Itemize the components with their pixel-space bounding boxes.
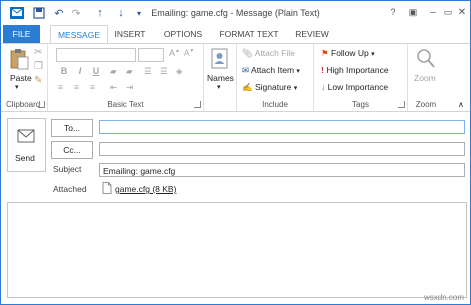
signature-button[interactable]: ✍ Signature ▾ — [242, 82, 297, 93]
message-window: ↶ ↷ ↑ ↓ ▾ Emailing: game.cfg - Message (… — [0, 0, 471, 305]
ribbon-display-button[interactable]: ▣ — [404, 4, 422, 20]
tab-review[interactable]: REVIEW — [291, 25, 333, 43]
clear-formatting-icon[interactable]: ◈ — [176, 66, 183, 77]
zoom-group: Zoom Zoom — [408, 44, 444, 111]
to-field[interactable] — [99, 120, 465, 134]
send-button[interactable]: Send — [7, 118, 46, 172]
collapse-ribbon-icon[interactable]: ∧ — [458, 100, 464, 109]
attach-file-button[interactable]: 📎︎ Attach File — [242, 48, 295, 59]
magnifier-icon[interactable] — [416, 48, 436, 70]
tab-file[interactable]: FILE — [3, 25, 40, 43]
ribbon-tabs: FILE MESSAGE INSERT OPTIONS FORMAT TEXT … — [1, 25, 470, 44]
tags-group: ⚑ Follow Up ▾ ! High Importance ↓ Low Im… — [314, 44, 408, 111]
clipboard-launcher-icon[interactable] — [38, 101, 45, 108]
decrease-indent-icon[interactable]: ⇤ — [110, 82, 117, 93]
help-button[interactable]: ? — [384, 4, 402, 20]
tab-options[interactable]: OPTIONS — [158, 25, 208, 43]
zoom-button-label[interactable]: Zoom — [414, 73, 436, 83]
exclamation-icon: ! — [321, 65, 324, 75]
font-name-combo[interactable] — [56, 48, 136, 62]
low-importance-label: Low Importance — [327, 82, 389, 92]
attach-item-label: Attach Item — [251, 65, 295, 75]
close-button[interactable]: ✕ — [453, 4, 471, 20]
follow-up-button[interactable]: ⚑ Follow Up ▾ — [321, 48, 375, 59]
cut-icon[interactable]: ✂ — [34, 47, 42, 58]
attachment-link[interactable]: game.cfg (8 KB) — [115, 184, 176, 194]
tags-group-label: Tags — [352, 100, 369, 109]
include-group-label: Include — [262, 100, 288, 109]
font-size-combo[interactable] — [138, 48, 164, 62]
high-importance-button[interactable]: ! High Importance — [321, 65, 389, 75]
align-right-icon[interactable]: ≡ — [90, 82, 95, 92]
signature-label: Signature — [254, 82, 292, 92]
names-dropdown-icon[interactable]: ▾ — [217, 83, 221, 91]
zoom-group-label: Zoom — [415, 100, 437, 109]
to-button[interactable]: To... — [51, 119, 93, 137]
format-painter-icon[interactable]: ✎ — [34, 75, 42, 86]
tab-insert[interactable]: INSERT — [111, 25, 149, 43]
high-importance-label: High Importance — [326, 65, 389, 75]
cc-button[interactable]: Cc... — [51, 141, 93, 159]
paste-dropdown-icon[interactable]: ▾ — [15, 83, 19, 91]
attach-file-label: Attach File — [254, 48, 295, 58]
basic-text-launcher-icon[interactable] — [194, 101, 201, 108]
title-bar: ↶ ↷ ↑ ↓ ▾ Emailing: game.cfg - Message (… — [1, 1, 470, 25]
subject-field[interactable]: Emailing: game.cfg — [99, 163, 465, 177]
basic-text-group: A▲ A▼ B I U ▰ ▰ ☰ ☰ ◈ ≡ ≡ ≡ ⇤ ⇥ Basic Te… — [48, 44, 204, 111]
message-body[interactable] — [7, 202, 467, 298]
tab-message[interactable]: MESSAGE — [50, 25, 108, 44]
follow-up-label: Follow Up — [331, 48, 369, 58]
cc-field[interactable] — [99, 142, 465, 156]
tab-format-text[interactable]: FORMAT TEXT — [215, 25, 283, 43]
flag-icon: ⚑ — [321, 48, 329, 58]
include-group: 📎︎ Attach File ✉ Attach Item ▾ ✍ Signatu… — [237, 44, 314, 111]
basic-text-group-label: Basic Text — [107, 100, 144, 109]
signature-icon: ✍ — [242, 82, 253, 92]
grow-font-icon[interactable]: A▲ — [169, 48, 180, 58]
watermark: wsxdn.com — [423, 293, 464, 302]
attach-item-button[interactable]: ✉ Attach Item ▾ — [242, 65, 300, 76]
names-group: Names ▾ — [204, 44, 237, 111]
paperclip-icon: 📎︎ — [242, 48, 253, 58]
arrow-down-blue-icon: ↓ — [321, 82, 326, 92]
align-center-icon[interactable]: ≡ — [74, 82, 79, 92]
bold-button[interactable]: B — [58, 65, 70, 77]
low-importance-button[interactable]: ↓ Low Importance — [321, 82, 388, 92]
attached-label: Attached — [53, 184, 87, 194]
align-left-icon[interactable]: ≡ — [58, 82, 63, 92]
address-book-icon[interactable] — [210, 48, 230, 70]
send-envelope-icon — [17, 127, 37, 145]
increase-indent-icon[interactable]: ⇥ — [126, 82, 133, 93]
highlight-icon[interactable]: ▰ — [110, 66, 117, 77]
copy-icon[interactable]: ❐ — [34, 61, 43, 72]
clipboard-group: Paste ▾ ✂ ❐ ✎ Clipboard — [1, 44, 48, 111]
italic-button[interactable]: I — [74, 65, 86, 77]
names-label[interactable]: Names — [207, 73, 234, 83]
paste-icon[interactable] — [9, 48, 29, 70]
ribbon: Paste ▾ ✂ ❐ ✎ Clipboard A▲ A▼ B I U ▰ ▰ … — [1, 43, 470, 112]
attach-item-icon: ✉ — [242, 65, 250, 75]
bullets-icon[interactable]: ☰ — [144, 66, 152, 77]
file-icon — [102, 182, 112, 194]
font-color-icon[interactable]: ▰ — [126, 66, 133, 77]
shrink-font-icon[interactable]: A▼ — [184, 48, 194, 58]
send-label: Send — [15, 153, 35, 163]
paste-label[interactable]: Paste — [10, 73, 32, 83]
tags-launcher-icon[interactable] — [398, 101, 405, 108]
subject-label: Subject — [53, 164, 82, 174]
underline-button[interactable]: U — [90, 65, 102, 77]
numbering-icon[interactable]: ☰ — [160, 66, 168, 77]
